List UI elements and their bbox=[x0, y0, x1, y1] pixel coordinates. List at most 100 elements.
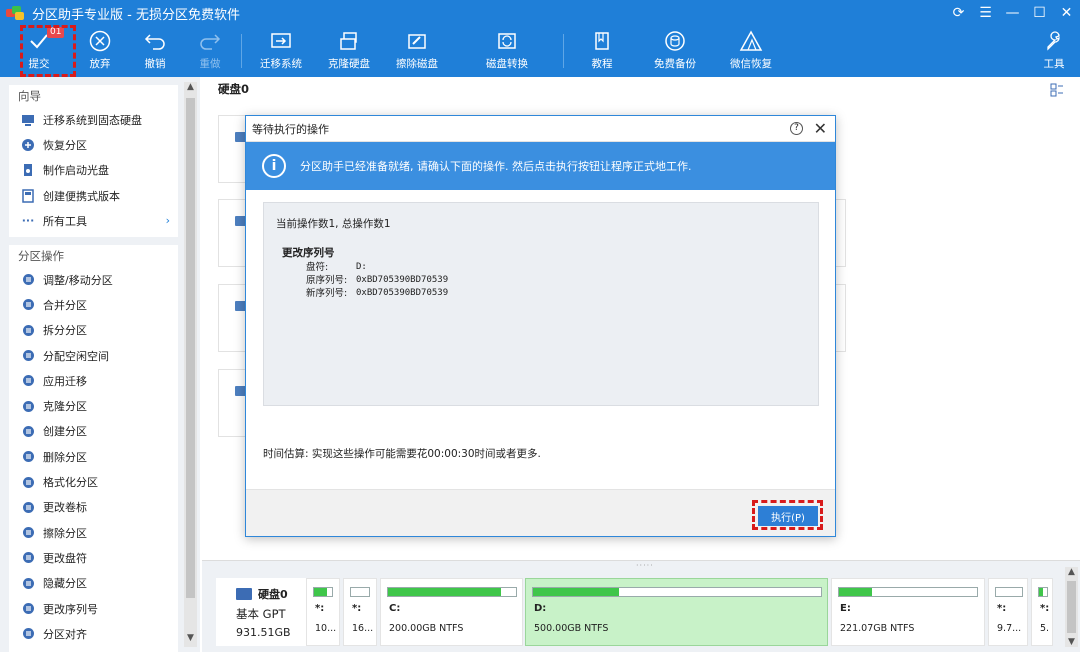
partition-block[interactable]: *: 10... bbox=[306, 578, 340, 646]
disc-icon bbox=[21, 163, 35, 177]
letter-icon bbox=[21, 551, 35, 565]
dialog-title: 等待执行的操作 bbox=[252, 122, 329, 136]
wipe-disk-button[interactable]: 擦除磁盘 bbox=[394, 26, 440, 76]
refresh-icon[interactable]: ⟳ bbox=[945, 0, 972, 26]
partition-info: 500.00GB NTFS bbox=[534, 623, 609, 634]
clone-disk-button[interactable]: 克隆硬盘 bbox=[326, 26, 372, 76]
create-icon bbox=[21, 424, 35, 438]
redo-button[interactable]: 重做 bbox=[196, 26, 224, 76]
sidebar: 向导 迁移系统到固态硬盘 恢复分区 制作启动光盘 创建便携式版本 ··· 所有工… bbox=[0, 77, 200, 652]
partition-card[interactable] bbox=[218, 199, 248, 267]
scroll-down-icon[interactable]: ▼ bbox=[184, 633, 197, 647]
sidebar-item-label: 隐藏分区 bbox=[43, 577, 87, 591]
sidebar-scrollbar[interactable]: ▲ ▼ bbox=[184, 82, 197, 647]
operation-detail-row: 原序列号: 0xBD705390BD70539 bbox=[276, 274, 806, 287]
sidebar-item-boot-disc[interactable]: 制作启动光盘 bbox=[9, 158, 178, 183]
usage-bar bbox=[1038, 587, 1048, 597]
tutorial-button[interactable]: 教程 bbox=[589, 26, 615, 76]
scroll-up-icon[interactable]: ▲ bbox=[184, 82, 197, 96]
menu-icon[interactable]: ☰ bbox=[972, 0, 999, 26]
operations-count: 当前操作数1, 总操作数1 bbox=[276, 218, 391, 230]
scrollbar-thumb[interactable] bbox=[186, 98, 195, 598]
splitter-grip[interactable]: ····· bbox=[636, 561, 654, 570]
partition-letter: C: bbox=[389, 603, 401, 614]
disk-convert-button[interactable]: 磁盘转换 bbox=[484, 26, 530, 76]
tools-button[interactable]: 工具 bbox=[1042, 26, 1066, 76]
sidebar-item-all-tools[interactable]: ··· 所有工具 › bbox=[9, 208, 178, 233]
undo-icon bbox=[144, 26, 166, 56]
usage-bar bbox=[532, 587, 822, 597]
sidebar-item-portable[interactable]: 创建便携式版本 bbox=[9, 183, 178, 208]
sidebar-item-hide[interactable]: 隐藏分区 bbox=[9, 571, 178, 596]
sidebar-item-app-migrate[interactable]: 应用迁移 bbox=[9, 368, 178, 393]
clone-icon bbox=[21, 399, 35, 413]
sidebar-item-format[interactable]: 格式化分区 bbox=[9, 469, 178, 494]
scrollbar-thumb[interactable] bbox=[1067, 581, 1076, 633]
dialog-close-icon[interactable]: ✕ bbox=[814, 119, 827, 138]
help-icon[interactable]: ? bbox=[790, 122, 803, 135]
wechat-recovery-button[interactable]: 微信恢复 bbox=[728, 26, 774, 76]
migrate-os-button[interactable]: 迁移系统 bbox=[258, 26, 304, 76]
sidebar-item-label: 迁移系统到固态硬盘 bbox=[43, 113, 142, 127]
sidebar-item-allocate[interactable]: 分配空闲空间 bbox=[9, 343, 178, 368]
scroll-down-icon[interactable]: ▼ bbox=[1065, 637, 1078, 647]
operation-detail-row: 盘符: D: bbox=[276, 261, 806, 274]
sidebar-item-split[interactable]: 拆分分区 bbox=[9, 318, 178, 343]
free-backup-button[interactable]: 免费备份 bbox=[652, 26, 698, 76]
backup-label: 免费备份 bbox=[654, 58, 696, 70]
partition-ops-panel: 分区操作 调整/移动分区 合并分区 拆分分区 分配空闲空间 应用迁移 克隆分区 创建分区 删除… bbox=[9, 245, 178, 652]
sidebar-item-align[interactable]: 分区对齐 bbox=[9, 621, 178, 646]
partition-block[interactable]: D: 500.00GB NTFS bbox=[525, 578, 828, 646]
sidebar-item-wipe[interactable]: 擦除分区 bbox=[9, 520, 178, 545]
partition-block[interactable]: *: 9.7... bbox=[988, 578, 1028, 646]
partition-card[interactable] bbox=[218, 284, 248, 352]
discard-button[interactable]: 放弃 bbox=[86, 26, 114, 76]
split-icon bbox=[21, 323, 35, 337]
wipe-icon bbox=[21, 526, 35, 540]
sidebar-item-create[interactable]: 创建分区 bbox=[9, 419, 178, 444]
partition-letter: D: bbox=[534, 603, 547, 614]
disk-name: 硬盘0 bbox=[258, 588, 288, 601]
operations-list-box: 当前操作数1, 总操作数1 更改序列号 盘符: D: 原序列号: 0xBD705390… bbox=[263, 202, 819, 406]
diskmap-scrollbar[interactable]: ▲ ▼ bbox=[1065, 567, 1078, 647]
minimize-icon[interactable]: — bbox=[999, 0, 1026, 26]
layout-toggle-icon[interactable] bbox=[1050, 83, 1064, 97]
detail-value: D: bbox=[356, 262, 367, 272]
align-icon bbox=[21, 627, 35, 641]
redo-label: 重做 bbox=[199, 58, 221, 70]
sidebar-item-label: 克隆分区 bbox=[43, 400, 87, 414]
partition-info: 200.00GB NTFS bbox=[389, 623, 464, 634]
partition-block[interactable]: *: 5. bbox=[1031, 578, 1053, 646]
sidebar-item-merge[interactable]: 合并分区 bbox=[9, 292, 178, 317]
sidebar-item-letter[interactable]: 更改盘符 bbox=[9, 545, 178, 570]
info-icon: i bbox=[262, 154, 286, 178]
partition-letter: *: bbox=[352, 603, 362, 614]
usage-bar bbox=[995, 587, 1023, 597]
close-icon[interactable]: ✕ bbox=[1053, 0, 1080, 26]
sidebar-item-clone[interactable]: 克隆分区 bbox=[9, 393, 178, 418]
sidebar-item-migrate-ssd[interactable]: 迁移系统到固态硬盘 bbox=[9, 107, 178, 132]
toolbar-divider bbox=[563, 34, 564, 68]
undo-button[interactable]: 撤销 bbox=[141, 26, 169, 76]
sidebar-item-label[interactable]: 更改卷标 bbox=[9, 495, 178, 520]
partition-block[interactable]: E: 221.07GB NTFS bbox=[831, 578, 985, 646]
sidebar-item-resize[interactable]: 调整/移动分区 bbox=[9, 267, 178, 292]
sidebar-item-recover-partition[interactable]: 恢复分区 bbox=[9, 132, 178, 157]
window-title: 分区助手专业版 - 无损分区免费软件 bbox=[32, 7, 240, 23]
scroll-up-icon[interactable]: ▲ bbox=[1065, 567, 1078, 577]
sidebar-item-serial[interactable]: 更改序列号 bbox=[9, 596, 178, 621]
sidebar-item-delete[interactable]: 删除分区 bbox=[9, 444, 178, 469]
maximize-icon[interactable]: ☐ bbox=[1026, 0, 1053, 26]
commit-highlight-box bbox=[20, 25, 76, 77]
operation-details: 盘符: D: 原序列号: 0xBD705390BD70539 新序列号: 0xBD7053… bbox=[276, 261, 806, 300]
detail-key: 新序列号: bbox=[306, 288, 348, 299]
discard-icon bbox=[89, 26, 111, 56]
partition-card[interactable] bbox=[218, 369, 248, 437]
merge-icon bbox=[21, 298, 35, 312]
sidebar-item-label: 应用迁移 bbox=[43, 374, 87, 388]
partition-card[interactable] bbox=[218, 115, 248, 183]
partition-block[interactable]: C: 200.00GB NTFS bbox=[380, 578, 523, 646]
partition-block[interactable]: *: 16... bbox=[343, 578, 377, 646]
app-migrate-icon bbox=[21, 374, 35, 388]
hard-disk-icon bbox=[236, 588, 252, 600]
